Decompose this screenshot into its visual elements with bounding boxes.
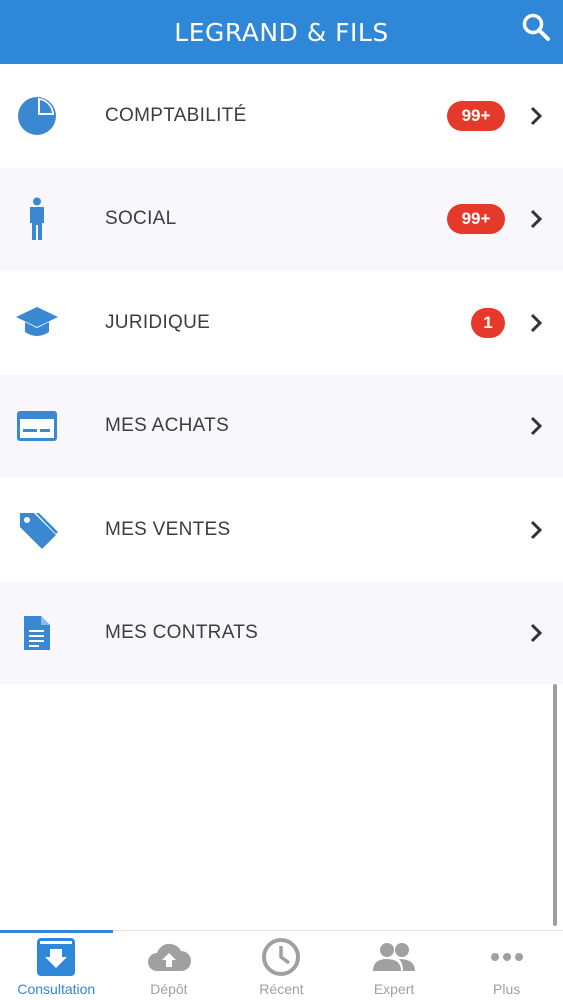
pie-chart-icon xyxy=(14,93,60,139)
tab-recent[interactable]: Récent xyxy=(225,931,338,1000)
chevron-right-icon xyxy=(527,208,545,230)
more-dots-icon xyxy=(485,937,529,977)
notification-badge: 1 xyxy=(471,307,505,338)
tab-consultation[interactable]: Consultation xyxy=(0,930,113,1000)
page-title: LEGRAND & FILS xyxy=(174,17,389,47)
menu-item-label: MES VENTES xyxy=(105,518,231,540)
menu-item-label: COMPTABILITÉ xyxy=(105,104,247,126)
chevron-right-icon xyxy=(527,622,545,644)
chevron-right-icon xyxy=(527,519,545,541)
menu-item-mes-achats[interactable]: MES ACHATS xyxy=(0,374,563,478)
graduation-cap-icon xyxy=(14,300,60,346)
menu-item-mes-contrats[interactable]: MES CONTRATS xyxy=(0,581,563,685)
clock-icon xyxy=(259,937,303,977)
tab-label: Expert xyxy=(373,981,415,997)
scrollbar[interactable] xyxy=(553,684,557,926)
chevron-right-icon xyxy=(527,312,545,334)
tab-label: Récent xyxy=(259,981,304,997)
notification-badge: 99+ xyxy=(447,100,505,131)
menu-item-label: SOCIAL xyxy=(105,208,177,230)
person-icon xyxy=(14,196,60,242)
tab-label: Dépôt xyxy=(150,981,188,997)
menu-item-juridique[interactable]: JURIDIQUE 1 xyxy=(0,271,563,375)
inbox-download-icon xyxy=(34,937,78,977)
menu-item-social[interactable]: SOCIAL 99+ xyxy=(0,167,563,271)
tab-expert[interactable]: Expert xyxy=(338,931,451,1000)
tags-icon xyxy=(14,507,60,553)
app-header: LEGRAND & FILS xyxy=(0,0,563,64)
menu-item-label: MES CONTRATS xyxy=(105,622,259,644)
tab-label: Plus xyxy=(493,981,521,997)
tab-plus[interactable]: Plus xyxy=(450,931,563,1000)
cloud-upload-icon xyxy=(147,937,191,977)
search-button[interactable] xyxy=(519,10,553,44)
menu-item-mes-ventes[interactable]: MES VENTES xyxy=(0,478,563,582)
chevron-right-icon xyxy=(527,415,545,437)
menu-item-comptabilite[interactable]: COMPTABILITÉ 99+ xyxy=(0,64,563,168)
tab-depot[interactable]: Dépôt xyxy=(113,931,226,1000)
bottom-tab-bar: Consultation Dépôt Récent Expert Plus xyxy=(0,930,563,1000)
people-icon xyxy=(372,937,416,977)
tab-label: Consultation xyxy=(17,981,96,997)
category-list: COMPTABILITÉ 99+ SOCIAL 99+ JURIDIQUE 1 xyxy=(0,64,563,685)
search-icon xyxy=(522,13,550,41)
chevron-right-icon xyxy=(527,105,545,127)
menu-item-label: JURIDIQUE xyxy=(105,311,211,333)
document-icon xyxy=(14,610,60,656)
menu-item-label: MES ACHATS xyxy=(105,415,230,437)
notification-badge: 99+ xyxy=(447,204,505,235)
credit-card-icon xyxy=(14,403,60,449)
